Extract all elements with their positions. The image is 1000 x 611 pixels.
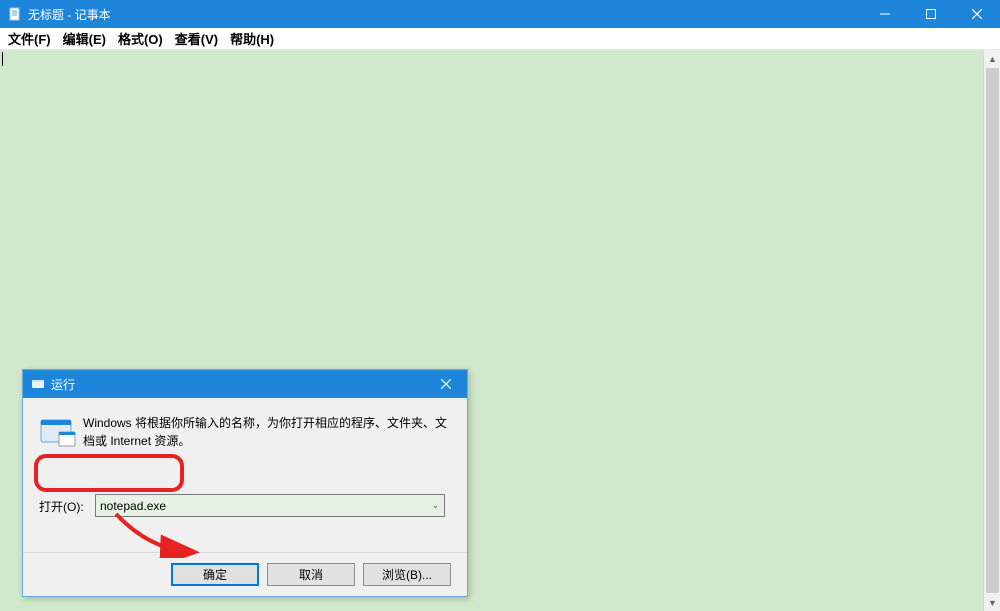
menu-view[interactable]: 查看(V) — [169, 29, 224, 48]
notepad-title: 无标题 - 记事本 — [28, 6, 111, 23]
text-caret — [2, 52, 3, 66]
scroll-thumb[interactable] — [986, 68, 999, 593]
run-dialog-title: 运行 — [51, 376, 425, 393]
maximize-button[interactable] — [908, 0, 954, 28]
open-label: 打开(O): — [39, 498, 84, 515]
cancel-button[interactable]: 取消 — [267, 563, 355, 586]
notepad-menubar: 文件(F) 编辑(E) 格式(O) 查看(V) 帮助(H) — [0, 28, 1000, 50]
ok-button[interactable]: 确定 — [171, 563, 259, 586]
close-button[interactable] — [954, 0, 1000, 28]
run-program-icon — [39, 416, 77, 448]
menu-format[interactable]: 格式(O) — [112, 29, 169, 48]
notepad-window-controls — [862, 0, 1000, 28]
menu-file[interactable]: 文件(F) — [2, 29, 57, 48]
run-dialog-button-bar: 确定 取消 浏览(B)... — [23, 552, 467, 596]
minimize-button[interactable] — [862, 0, 908, 28]
open-combobox: ⌄ — [95, 494, 445, 517]
vertical-scrollbar[interactable]: ▲ ▼ — [983, 50, 1000, 611]
run-dialog-titlebar: 运行 — [23, 370, 467, 398]
run-dialog-close-button[interactable] — [425, 370, 467, 398]
run-dialog: 运行 Windows 将根据你所输入的名称，为你打开相应的程序、文件夹、文档或 … — [22, 369, 468, 597]
run-dialog-icon — [31, 377, 45, 391]
run-dialog-description: Windows 将根据你所输入的名称，为你打开相应的程序、文件夹、文档或 Int… — [83, 414, 451, 450]
scroll-up-button[interactable]: ▲ — [984, 50, 1000, 67]
run-dialog-body: Windows 将根据你所输入的名称，为你打开相应的程序、文件夹、文档或 Int… — [23, 398, 467, 596]
notepad-icon — [8, 7, 22, 21]
menu-edit[interactable]: 编辑(E) — [57, 29, 112, 48]
open-input[interactable] — [95, 494, 445, 517]
scroll-down-button[interactable]: ▼ — [984, 594, 1000, 611]
browse-button[interactable]: 浏览(B)... — [363, 563, 451, 586]
notepad-titlebar: 无标题 - 记事本 — [0, 0, 1000, 28]
open-dropdown-button[interactable]: ⌄ — [427, 495, 444, 516]
menu-help[interactable]: 帮助(H) — [224, 29, 280, 48]
